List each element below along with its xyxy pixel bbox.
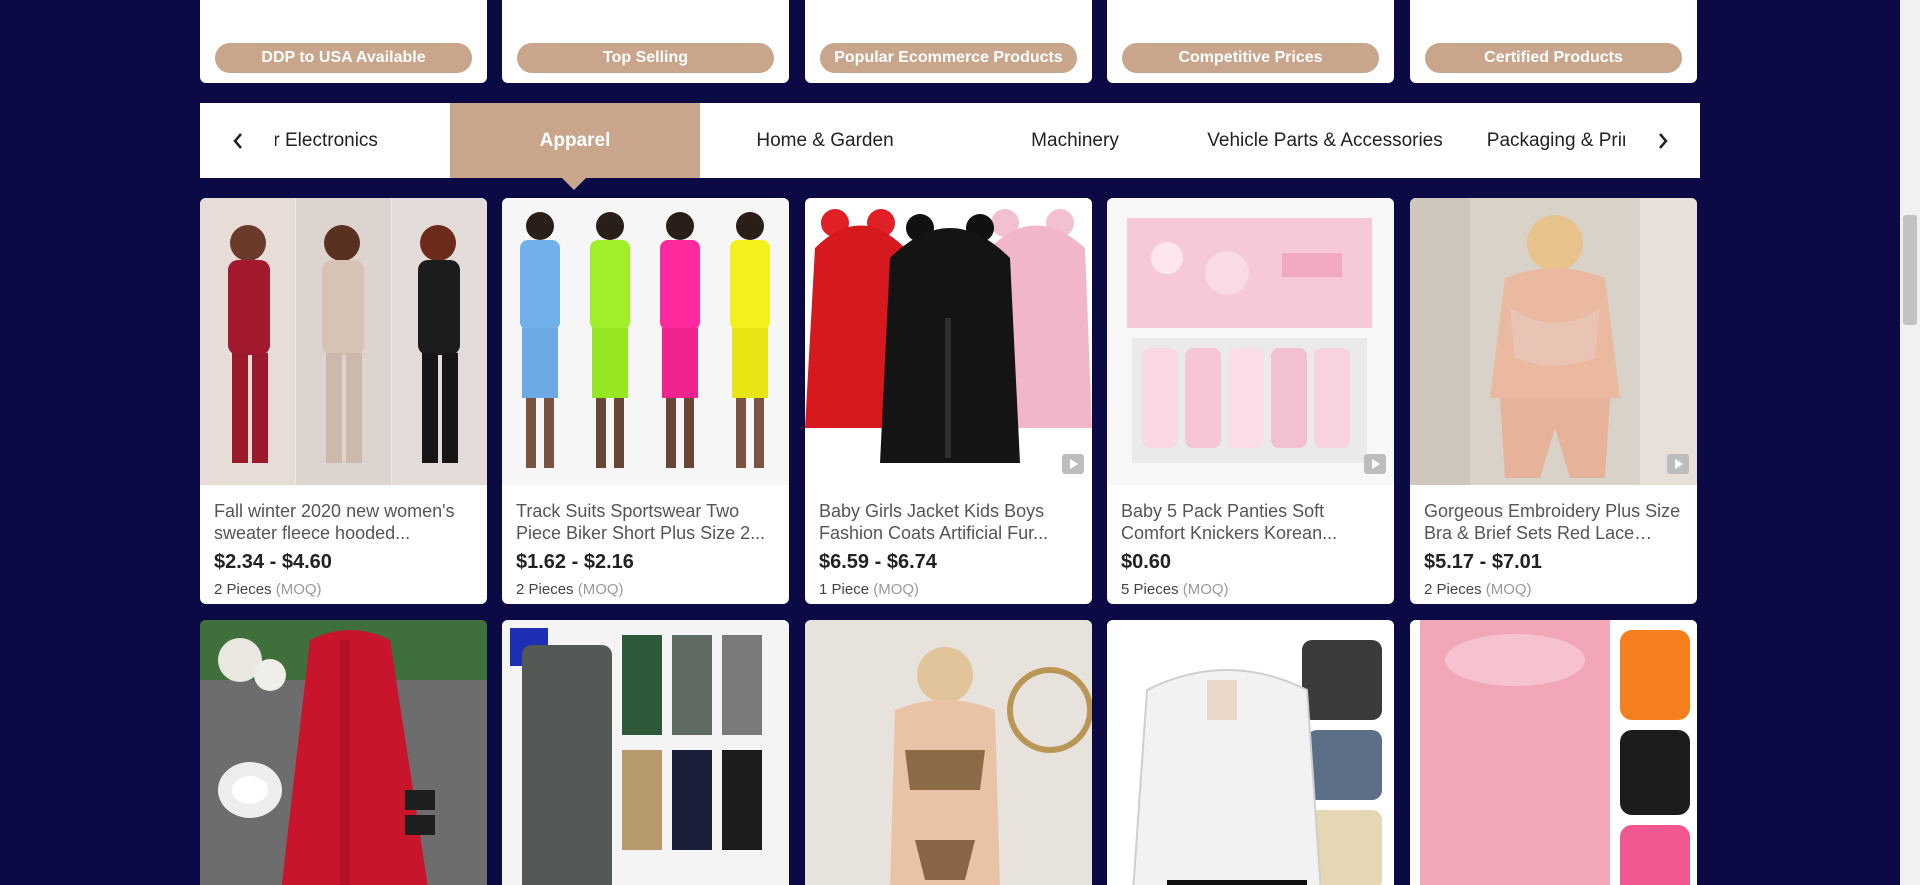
moq-qty: 2 Pieces <box>1424 581 1482 598</box>
moq-qty: 1 Piece <box>819 581 870 598</box>
product-title[interactable]: Fall winter 2020 new women's sweater fle… <box>214 500 477 544</box>
badge-competitive[interactable]: Competitive Prices <box>1122 43 1379 73</box>
moq-tag: (MOQ) <box>873 581 920 598</box>
moq-tag: (MOQ) <box>1485 581 1532 598</box>
product-image[interactable] <box>1410 620 1697 885</box>
feature-card[interactable]: Certified Products <box>1410 0 1697 83</box>
product-card[interactable] <box>805 620 1092 885</box>
moq-tag: (MOQ) <box>577 581 624 598</box>
product-image[interactable] <box>1107 620 1394 885</box>
product-image[interactable] <box>502 620 789 885</box>
moq-tag: (MOQ) <box>275 581 322 598</box>
chevron-left-icon <box>232 132 242 149</box>
product-price: $6.59 - $6.74 <box>819 551 937 573</box>
feature-card[interactable]: DDP to USA Available <box>200 0 487 83</box>
product-price: $5.17 - $7.01 <box>1424 551 1542 573</box>
product-card[interactable]: Track Suits Sportswear Two Piece Biker S… <box>502 198 789 604</box>
scroll-thumb[interactable] <box>1903 215 1917 325</box>
product-moq: 2 Pieces (MOQ) <box>1424 581 1532 598</box>
feature-card[interactable]: Top Selling <box>502 0 789 83</box>
category-track: Consumer Electronics Apparel Home & Gard… <box>200 103 1700 178</box>
product-moq: 5 Pieces (MOQ) <box>1121 581 1229 598</box>
product-image[interactable] <box>805 198 1092 485</box>
video-icon[interactable] <box>1667 454 1689 474</box>
moq-qty: 2 Pieces <box>516 581 574 598</box>
category-next-button[interactable] <box>1625 103 1700 178</box>
badge-popular[interactable]: Popular Ecommerce Products <box>820 43 1077 73</box>
product-card[interactable]: Fall winter 2020 new women's sweater fle… <box>200 198 487 604</box>
product-image[interactable] <box>1107 198 1394 485</box>
moq-qty: 5 Pieces <box>1121 581 1179 598</box>
product-moq: 2 Pieces (MOQ) <box>516 581 624 598</box>
tab-apparel[interactable]: Apparel <box>450 103 700 178</box>
tab-vehicle-parts[interactable]: Vehicle Parts & Accessories <box>1200 103 1450 178</box>
active-tab-indicator <box>562 178 586 190</box>
page: DDP to USA Available Top Selling Popular… <box>0 0 1920 885</box>
product-title[interactable]: Track Suits Sportswear Two Piece Biker S… <box>516 500 779 544</box>
product-image[interactable] <box>200 198 487 485</box>
moq-qty: 2 Pieces <box>214 581 272 598</box>
product-card[interactable] <box>502 620 789 885</box>
product-card[interactable] <box>200 620 487 885</box>
product-title[interactable]: Baby Girls Jacket Kids Boys Fashion Coat… <box>819 500 1082 544</box>
product-card[interactable] <box>1410 620 1697 885</box>
product-image[interactable] <box>502 198 789 485</box>
moq-tag: (MOQ) <box>1182 581 1229 598</box>
product-card[interactable]: Baby Girls Jacket Kids Boys Fashion Coat… <box>805 198 1092 604</box>
feature-card[interactable]: Popular Ecommerce Products <box>805 0 1092 83</box>
product-price: $0.60 <box>1121 551 1172 573</box>
product-moq: 2 Pieces (MOQ) <box>214 581 322 598</box>
product-price: $1.62 - $2.16 <box>516 551 634 573</box>
product-title[interactable]: Gorgeous Embroidery Plus Size Bra & Brie… <box>1424 500 1687 544</box>
video-icon[interactable] <box>1364 454 1386 474</box>
badge-top-selling[interactable]: Top Selling <box>517 43 774 73</box>
feature-card[interactable]: Competitive Prices <box>1107 0 1394 83</box>
product-image[interactable] <box>1410 198 1697 485</box>
page-scrollbar[interactable] <box>1900 0 1920 885</box>
product-moq: 1 Piece (MOQ) <box>819 581 919 598</box>
product-price: $2.34 - $4.60 <box>214 551 332 573</box>
video-icon[interactable] <box>1062 454 1084 474</box>
product-card[interactable]: Baby 5 Pack Panties Soft Comfort Knicker… <box>1107 198 1394 604</box>
chevron-right-icon <box>1658 132 1668 149</box>
product-title[interactable]: Baby 5 Pack Panties Soft Comfort Knicker… <box>1121 500 1384 544</box>
tab-machinery[interactable]: Machinery <box>950 103 1200 178</box>
product-card[interactable]: Gorgeous Embroidery Plus Size Bra & Brie… <box>1410 198 1697 604</box>
badge-ddp[interactable]: DDP to USA Available <box>215 43 472 73</box>
product-image[interactable] <box>200 620 487 885</box>
product-card[interactable] <box>1107 620 1394 885</box>
category-tabs: Consumer Electronics Apparel Home & Gard… <box>200 103 1700 178</box>
badge-certified[interactable]: Certified Products <box>1425 43 1682 73</box>
category-prev-button[interactable] <box>200 103 275 178</box>
tab-home-garden[interactable]: Home & Garden <box>700 103 950 178</box>
product-image[interactable] <box>805 620 1092 885</box>
